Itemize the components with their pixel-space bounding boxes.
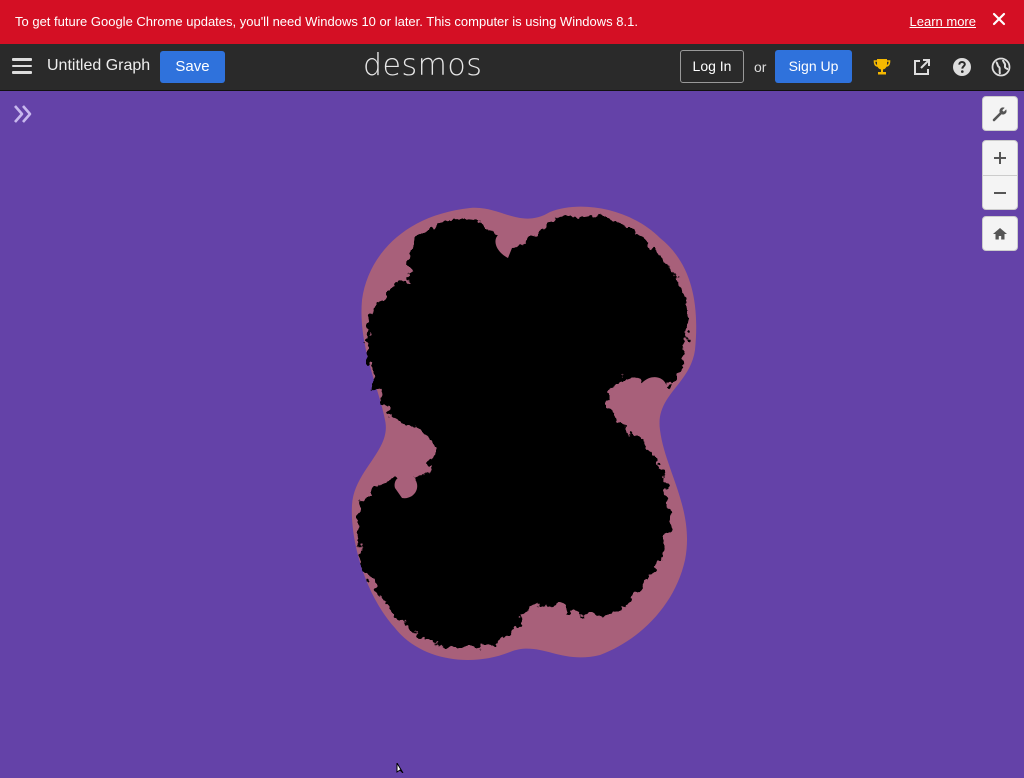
zoom-in-icon [993, 152, 1007, 169]
wrench-settings-icon [992, 106, 1008, 126]
graph-settings-button[interactable] [982, 96, 1018, 131]
fractal-plot[interactable] [0, 0, 1024, 768]
mouse-cursor-icon [396, 760, 408, 778]
expand-expressions-icon[interactable] [12, 102, 36, 126]
default-zoom-button[interactable] [982, 216, 1018, 251]
home-default-zoom-icon [992, 228, 1008, 246]
zoom-in-button[interactable] [983, 141, 1017, 175]
zoom-out-icon [993, 187, 1007, 204]
zoom-controls [982, 140, 1018, 210]
zoom-out-button[interactable] [983, 176, 1017, 210]
